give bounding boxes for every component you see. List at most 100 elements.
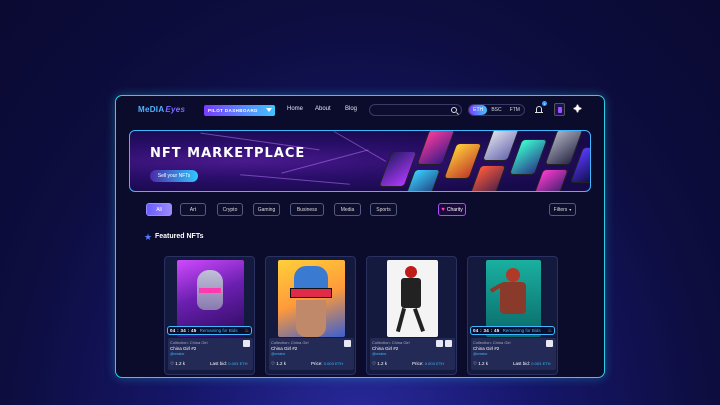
- like-value: 1.2 k: [377, 361, 388, 366]
- timer-value: 04 : 34 : 45: [473, 328, 500, 333]
- lock-icon[interactable]: [445, 340, 452, 347]
- banner-artwork: [360, 131, 590, 191]
- nft-card[interactable]: 04 : 34 : 45 Remaining for Bids ♨ Collec…: [467, 256, 558, 375]
- price-currency: ETH: [335, 361, 344, 366]
- lightning-decor: [240, 174, 350, 185]
- filter-business[interactable]: Business: [290, 203, 324, 216]
- portrait-visor: [290, 288, 332, 298]
- auction-timer: 04 : 34 : 45 Remaining for Bids ♨: [470, 326, 555, 335]
- like-count[interactable]: ♡ 1.2 k: [170, 361, 185, 367]
- notification-badge: 1: [542, 101, 547, 106]
- chain-bsc[interactable]: BSC: [487, 105, 505, 115]
- nft-name[interactable]: China Girl #2: [372, 346, 398, 351]
- price: Price: 0.003 ETH: [412, 361, 444, 366]
- price-value: 0.003: [228, 361, 239, 366]
- collection-label: Collection: China Girl: [271, 340, 309, 345]
- price-value: 0.003: [424, 361, 435, 366]
- like-value: 1.2 k: [175, 361, 186, 366]
- nft-name[interactable]: China Girl #2: [170, 346, 196, 351]
- filter-gaming[interactable]: Gaming: [253, 203, 280, 216]
- nft-card[interactable]: 04 : 34 : 45 Remaining for Bids ♨ Collec…: [164, 256, 255, 375]
- collection-label: Collection: China Girl: [170, 340, 208, 345]
- nft-name[interactable]: China Girl #2: [473, 346, 499, 351]
- app-window: MeDIAEyes PILOT DASHBOARD Home About Blo…: [115, 95, 605, 378]
- filter-all[interactable]: All: [146, 203, 172, 216]
- timer-label: Remaining for Bids: [199, 328, 238, 333]
- price-currency: ETH: [436, 361, 445, 366]
- heart-icon: ♥: [441, 206, 445, 213]
- nav-link-blog[interactable]: Blog: [345, 106, 357, 112]
- fire-icon: ♨: [244, 328, 249, 334]
- card-meta: Collection: China Girl China Girl #2 @cr…: [269, 338, 354, 370]
- collection-label: Collection: China Girl: [372, 340, 410, 345]
- portrait-hair: [294, 266, 328, 288]
- like-count[interactable]: ♡ 1.2 k: [473, 361, 488, 367]
- nft-card[interactable]: Collection: China Girl China Girl #2 @cr…: [366, 256, 457, 375]
- price-currency: ETH: [542, 361, 551, 366]
- figure-body: [500, 282, 526, 314]
- auction-timer: 04 : 34 : 45 Remaining for Bids ♨: [167, 326, 252, 335]
- nav-link-home[interactable]: Home: [287, 106, 303, 112]
- star-icon: ★: [144, 232, 153, 242]
- featured-title: Featured NFTs: [155, 233, 204, 240]
- figure-leg: [413, 308, 425, 332]
- charity-label: Charity: [446, 206, 463, 213]
- filter-crypto[interactable]: Crypto: [217, 203, 243, 216]
- sun-icon[interactable]: [575, 106, 580, 111]
- user-icon[interactable]: [243, 340, 250, 347]
- figure-head: [506, 268, 520, 282]
- filter-art[interactable]: Art: [180, 203, 206, 216]
- like-value: 1.2 k: [478, 361, 489, 366]
- filters-dropdown[interactable]: Filters ▾: [549, 203, 576, 216]
- pilot-dashboard-label: PILOT DASHBOARD: [208, 108, 258, 113]
- sell-nfts-button[interactable]: Sell your NFTs: [150, 170, 198, 182]
- like-value: 1.2 k: [276, 361, 287, 366]
- price-value: 0.003: [531, 361, 542, 366]
- artwork-tile: [508, 139, 548, 175]
- pilot-dashboard-button[interactable]: PILOT DASHBOARD: [204, 105, 275, 116]
- portrait-face: [296, 300, 326, 337]
- hero-banner: NFT MARKETPLACE Sell your NFTs: [129, 130, 591, 192]
- filters-label: Filters: [553, 206, 568, 213]
- avatar[interactable]: [554, 103, 565, 116]
- filter-sports[interactable]: Sports: [370, 203, 397, 216]
- timer-value: 04 : 34 : 45: [170, 328, 197, 333]
- price-label: Price:: [412, 361, 424, 366]
- creator-handle[interactable]: @creator: [372, 352, 386, 356]
- chevron-down-icon: [266, 108, 272, 112]
- chevron-down-icon: ▾: [569, 207, 572, 212]
- creator-handle[interactable]: @creator: [473, 352, 487, 356]
- artwork-tile: [529, 169, 569, 191]
- filter-media[interactable]: Media: [334, 203, 361, 216]
- nft-image[interactable]: [278, 260, 345, 337]
- nft-name[interactable]: China Girl #2: [271, 346, 297, 351]
- nft-image[interactable]: [387, 260, 438, 337]
- chain-eth[interactable]: ETH: [469, 105, 488, 115]
- creator-handle[interactable]: @creator: [271, 352, 285, 356]
- charity-filter[interactable]: ♥ Charity: [438, 203, 466, 216]
- bell-icon[interactable]: 1: [534, 101, 547, 116]
- like-count[interactable]: ♡ 1.2 k: [372, 361, 387, 367]
- chain-ftm[interactable]: FTM: [506, 105, 524, 115]
- bell-base: [535, 112, 543, 113]
- price-value: 0.003: [323, 361, 334, 366]
- logo[interactable]: MeDIAEyes: [138, 105, 185, 114]
- nav-link-about[interactable]: About: [315, 106, 331, 112]
- like-count[interactable]: ♡ 1.2 k: [271, 361, 286, 367]
- search-icon[interactable]: [451, 107, 457, 113]
- portrait-visor: [199, 288, 221, 293]
- price-label: Last bid:: [513, 361, 531, 366]
- banner-title: NFT MARKETPLACE: [150, 146, 306, 161]
- link-icon[interactable]: [436, 340, 443, 347]
- user-icon[interactable]: [546, 340, 553, 347]
- nft-card[interactable]: Collection: China Girl China Girl #2 @cr…: [265, 256, 356, 375]
- creator-handle[interactable]: @creator: [170, 352, 184, 356]
- search-input[interactable]: [369, 104, 462, 116]
- lock-icon[interactable]: [344, 340, 351, 347]
- figure-body: [401, 278, 421, 308]
- price: Price: 0.003 ETH: [311, 361, 343, 366]
- logo-text: MeDIA: [138, 105, 165, 114]
- price-label: Last bid:: [210, 361, 228, 366]
- chain-selector: ETH BSC FTM: [468, 104, 525, 116]
- top-nav: MeDIAEyes PILOT DASHBOARD Home About Blo…: [116, 96, 604, 124]
